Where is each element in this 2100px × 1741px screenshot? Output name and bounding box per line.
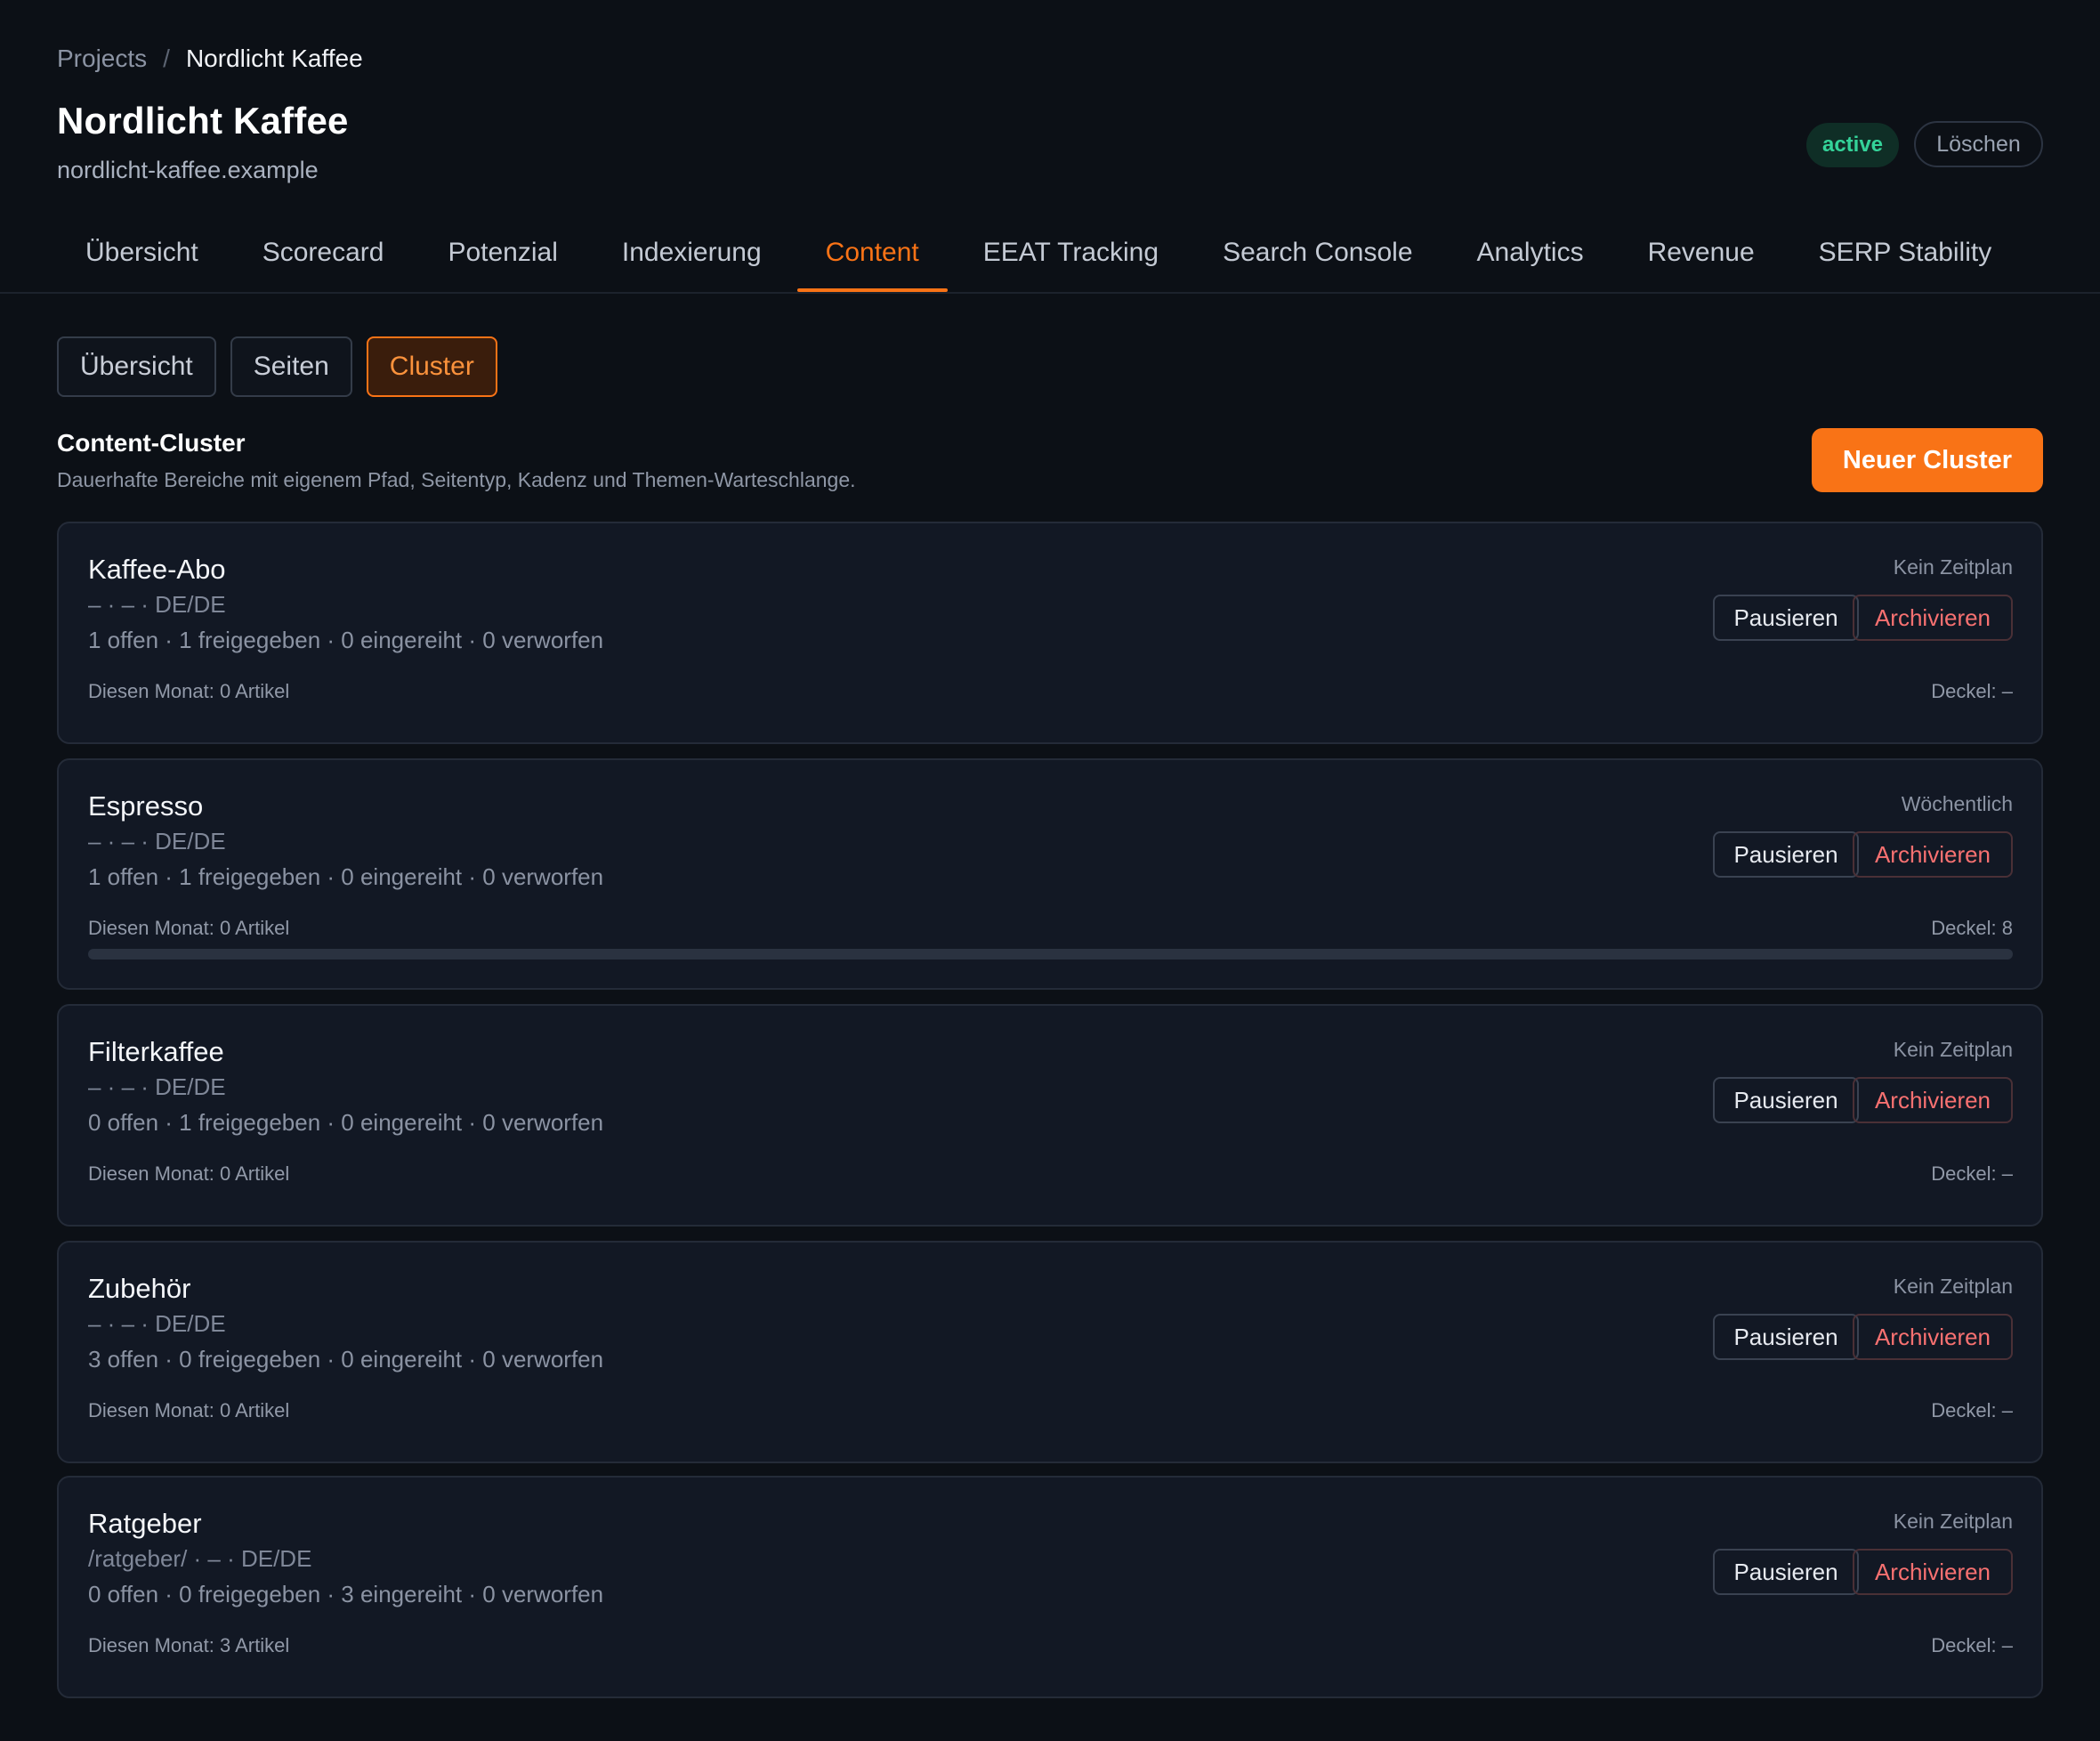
archive-button[interactable]: Archivieren (1853, 595, 2013, 641)
pause-button[interactable]: Pausieren (1713, 1549, 1859, 1595)
cluster-schedule: Kein Zeitplan (1893, 1038, 2013, 1061)
cluster-month-count: Diesen Monat: 3 Artikel (88, 1634, 290, 1656)
tab-content[interactable]: Content (796, 228, 948, 292)
archive-button[interactable]: Archivieren (1853, 1077, 2013, 1123)
breadcrumb: Projects / Nordlicht Kaffee (57, 45, 363, 73)
tab-analytics[interactable]: Analytics (1449, 228, 1612, 292)
pause-button[interactable]: Pausieren (1713, 1314, 1859, 1360)
pause-button[interactable]: Pausieren (1713, 595, 1859, 641)
subtab-uebersicht[interactable]: Übersicht (57, 336, 216, 397)
archive-button[interactable]: Archivieren (1853, 1314, 2013, 1360)
cluster-schedule: Kein Zeitplan (1893, 1275, 2013, 1298)
cluster-progress-bar (88, 949, 2013, 960)
cluster-path: /ratgeber/ · – · DE/DE (88, 1545, 312, 1572)
tab-scorecard[interactable]: Scorecard (234, 228, 413, 292)
pause-button[interactable]: Pausieren (1713, 831, 1859, 878)
tab-uebersicht[interactable]: Übersicht (57, 228, 227, 292)
archive-button[interactable]: Archivieren (1853, 831, 2013, 878)
status-badge: active (1806, 123, 1899, 167)
cluster-name: Kaffee-Abo (88, 554, 226, 585)
cluster-card-filterkaffee: Filterkaffee – · – · DE/DE 0 offen · 1 f… (57, 1004, 2043, 1227)
cluster-path: – · – · DE/DE (88, 591, 226, 618)
cluster-card-zubehoer: Zubehör – · – · DE/DE 3 offen · 0 freige… (57, 1241, 2043, 1463)
subtab-cluster[interactable]: Cluster (366, 336, 497, 397)
breadcrumb-separator: / (163, 45, 170, 72)
cluster-name: Ratgeber (88, 1508, 202, 1539)
cluster-cap: Deckel: – (1931, 680, 2013, 702)
cluster-card-ratgeber: Ratgeber /ratgeber/ · – · DE/DE 0 offen … (57, 1476, 2043, 1698)
cluster-month-count: Diesen Monat: 0 Artikel (88, 1162, 290, 1185)
tab-indexierung[interactable]: Indexierung (594, 228, 790, 292)
cluster-name: Espresso (88, 790, 204, 822)
subtab-seiten[interactable]: Seiten (230, 336, 352, 397)
new-cluster-button[interactable]: Neuer Cluster (1812, 428, 2043, 492)
cluster-stats: 3 offen · 0 freigegeben · 0 eingereiht ·… (88, 1346, 604, 1373)
breadcrumb-current: Nordlicht Kaffee (185, 45, 363, 72)
cluster-path: – · – · DE/DE (88, 828, 226, 854)
cluster-schedule: Kein Zeitplan (1893, 555, 2013, 579)
breadcrumb-projects-link[interactable]: Projects (57, 45, 147, 73)
cluster-path: – · – · DE/DE (88, 1073, 226, 1100)
tab-potenzial[interactable]: Potenzial (419, 228, 586, 292)
cluster-cap: Deckel: – (1931, 1162, 2013, 1185)
project-page: Projects / Nordlicht Kaffee Nordlicht Ka… (0, 0, 2100, 1741)
tab-eeat-tracking[interactable]: EEAT Tracking (955, 228, 1187, 292)
section-title: Content-Cluster (57, 429, 246, 457)
cluster-cap: Deckel: – (1931, 1399, 2013, 1421)
cluster-month-count: Diesen Monat: 0 Artikel (88, 680, 290, 702)
cluster-stats: 1 offen · 1 freigegeben · 0 eingereiht ·… (88, 863, 604, 890)
cluster-schedule: Kein Zeitplan (1893, 1510, 2013, 1533)
delete-project-button[interactable]: Löschen (1914, 121, 2043, 167)
cluster-card-espresso: Espresso – · – · DE/DE 1 offen · 1 freig… (57, 758, 2043, 990)
tab-revenue[interactable]: Revenue (1619, 228, 1783, 292)
cluster-month-count: Diesen Monat: 0 Artikel (88, 1399, 290, 1421)
cluster-stats: 0 offen · 1 freigegeben · 0 eingereiht ·… (88, 1109, 604, 1136)
tabs-divider (0, 292, 2100, 294)
project-domain: nordlicht-kaffee.example (57, 157, 319, 183)
tab-search-console[interactable]: Search Console (1194, 228, 1441, 292)
cluster-path: – · – · DE/DE (88, 1310, 226, 1337)
cluster-stats: 0 offen · 0 freigegeben · 3 eingereiht ·… (88, 1581, 604, 1607)
cluster-month-count: Diesen Monat: 0 Artikel (88, 917, 290, 939)
cluster-schedule: Wöchentlich (1901, 792, 2013, 815)
tab-serp-stability[interactable]: SERP Stability (1790, 228, 2021, 292)
cluster-name: Filterkaffee (88, 1036, 224, 1067)
cluster-cap: Deckel: – (1931, 1634, 2013, 1656)
cluster-name: Zubehör (88, 1273, 191, 1304)
pause-button[interactable]: Pausieren (1713, 1077, 1859, 1123)
archive-button[interactable]: Archivieren (1853, 1549, 2013, 1595)
cluster-card-kaffee-abo: Kaffee-Abo – · – · DE/DE 1 offen · 1 fre… (57, 522, 2043, 744)
section-description: Dauerhafte Bereiche mit eigenem Pfad, Se… (57, 468, 856, 491)
content-subtabs: Übersicht Seiten Cluster (57, 336, 497, 397)
cluster-cap: Deckel: 8 (1931, 917, 2013, 939)
page-title: Nordlicht Kaffee (57, 100, 349, 142)
cluster-stats: 1 offen · 1 freigegeben · 0 eingereiht ·… (88, 627, 604, 653)
main-tabs: Übersicht Scorecard Potenzial Indexierun… (57, 228, 2027, 292)
